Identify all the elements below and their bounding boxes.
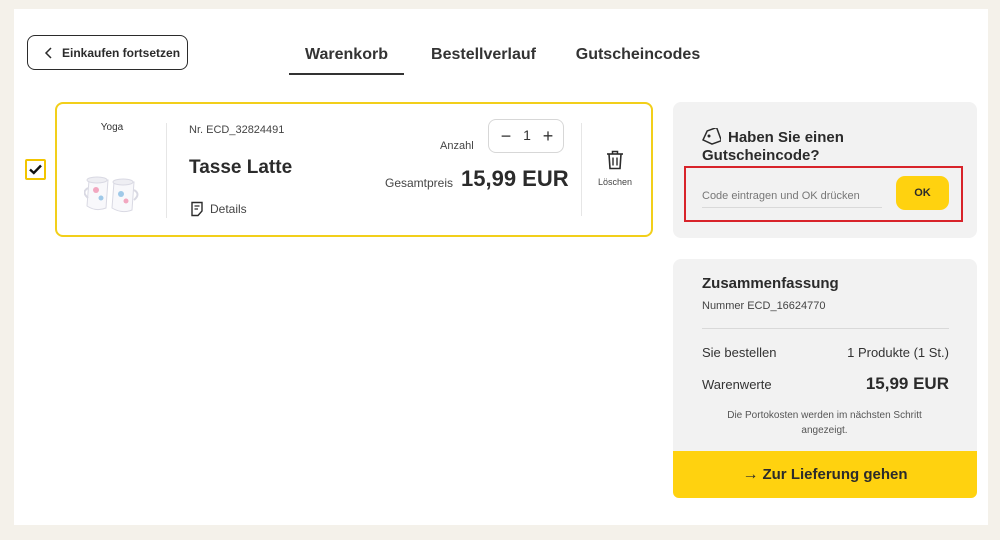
card-divider [166, 123, 167, 218]
product-title: Tasse Latte [189, 157, 293, 178]
item-category: Yoga [100, 122, 124, 133]
quantity-label: Anzahl [440, 140, 474, 152]
arrow-right-icon: → [742, 465, 759, 483]
summary-divider [702, 328, 949, 329]
card-divider [581, 123, 582, 216]
increase-quantity-button[interactable]: + [537, 125, 559, 147]
chevron-left-icon [44, 46, 52, 59]
proceed-to-delivery-button[interactable]: → Zur Lieferung gehen [673, 451, 977, 498]
details-label: Details [210, 202, 247, 216]
tab-gutscheincodes[interactable]: Gutscheincodes [568, 46, 708, 64]
total-price: 15,99 EUR [461, 166, 569, 191]
delete-label: Löschen [597, 177, 633, 187]
details-link[interactable]: Details [190, 201, 247, 217]
quantity-stepper: − 1 + [488, 119, 564, 153]
delete-button[interactable]: Löschen [593, 150, 637, 188]
product-number: Nr. ECD_32824491 [189, 124, 285, 136]
tab-warenkorb[interactable]: Warenkorb [289, 46, 404, 64]
shipping-note: Die Portokosten werden im nächsten Schri… [727, 410, 922, 436]
item-select-checkbox[interactable] [25, 159, 46, 180]
continue-shopping-button[interactable]: Einkaufen fortsetzen [27, 35, 188, 70]
coupon-title: Haben Sie einen Gutscheincode? [702, 129, 844, 164]
continue-shopping-label: Einkaufen fortsetzen [62, 45, 181, 60]
trash-icon [607, 150, 623, 170]
note-icon [191, 201, 203, 217]
summary-row-label: Sie bestellen [702, 345, 777, 360]
tab-bestellverlauf[interactable]: Bestellverlauf [426, 46, 541, 64]
checkmark-icon [29, 164, 42, 175]
quantity-value[interactable]: 1 [517, 127, 537, 143]
summary-row-value: 1 Produkte (1 St.) [847, 345, 949, 360]
active-tab-underline [289, 73, 404, 75]
order-number: Nummer ECD_16624770 [702, 300, 826, 312]
summary-title: Zusammenfassung [702, 275, 839, 292]
product-image-mug[interactable] [84, 168, 140, 216]
summary-row-label: Warenwerte [702, 377, 772, 392]
decrease-quantity-button[interactable]: − [495, 125, 517, 147]
proceed-label: Zur Lieferung gehen [762, 466, 908, 483]
summary-total-value: 15,99 EUR [865, 374, 949, 393]
coupon-code-input[interactable] [702, 184, 882, 208]
total-price-label: Gesamtpreis [385, 176, 454, 190]
coupon-ok-button[interactable]: OK [896, 176, 949, 210]
